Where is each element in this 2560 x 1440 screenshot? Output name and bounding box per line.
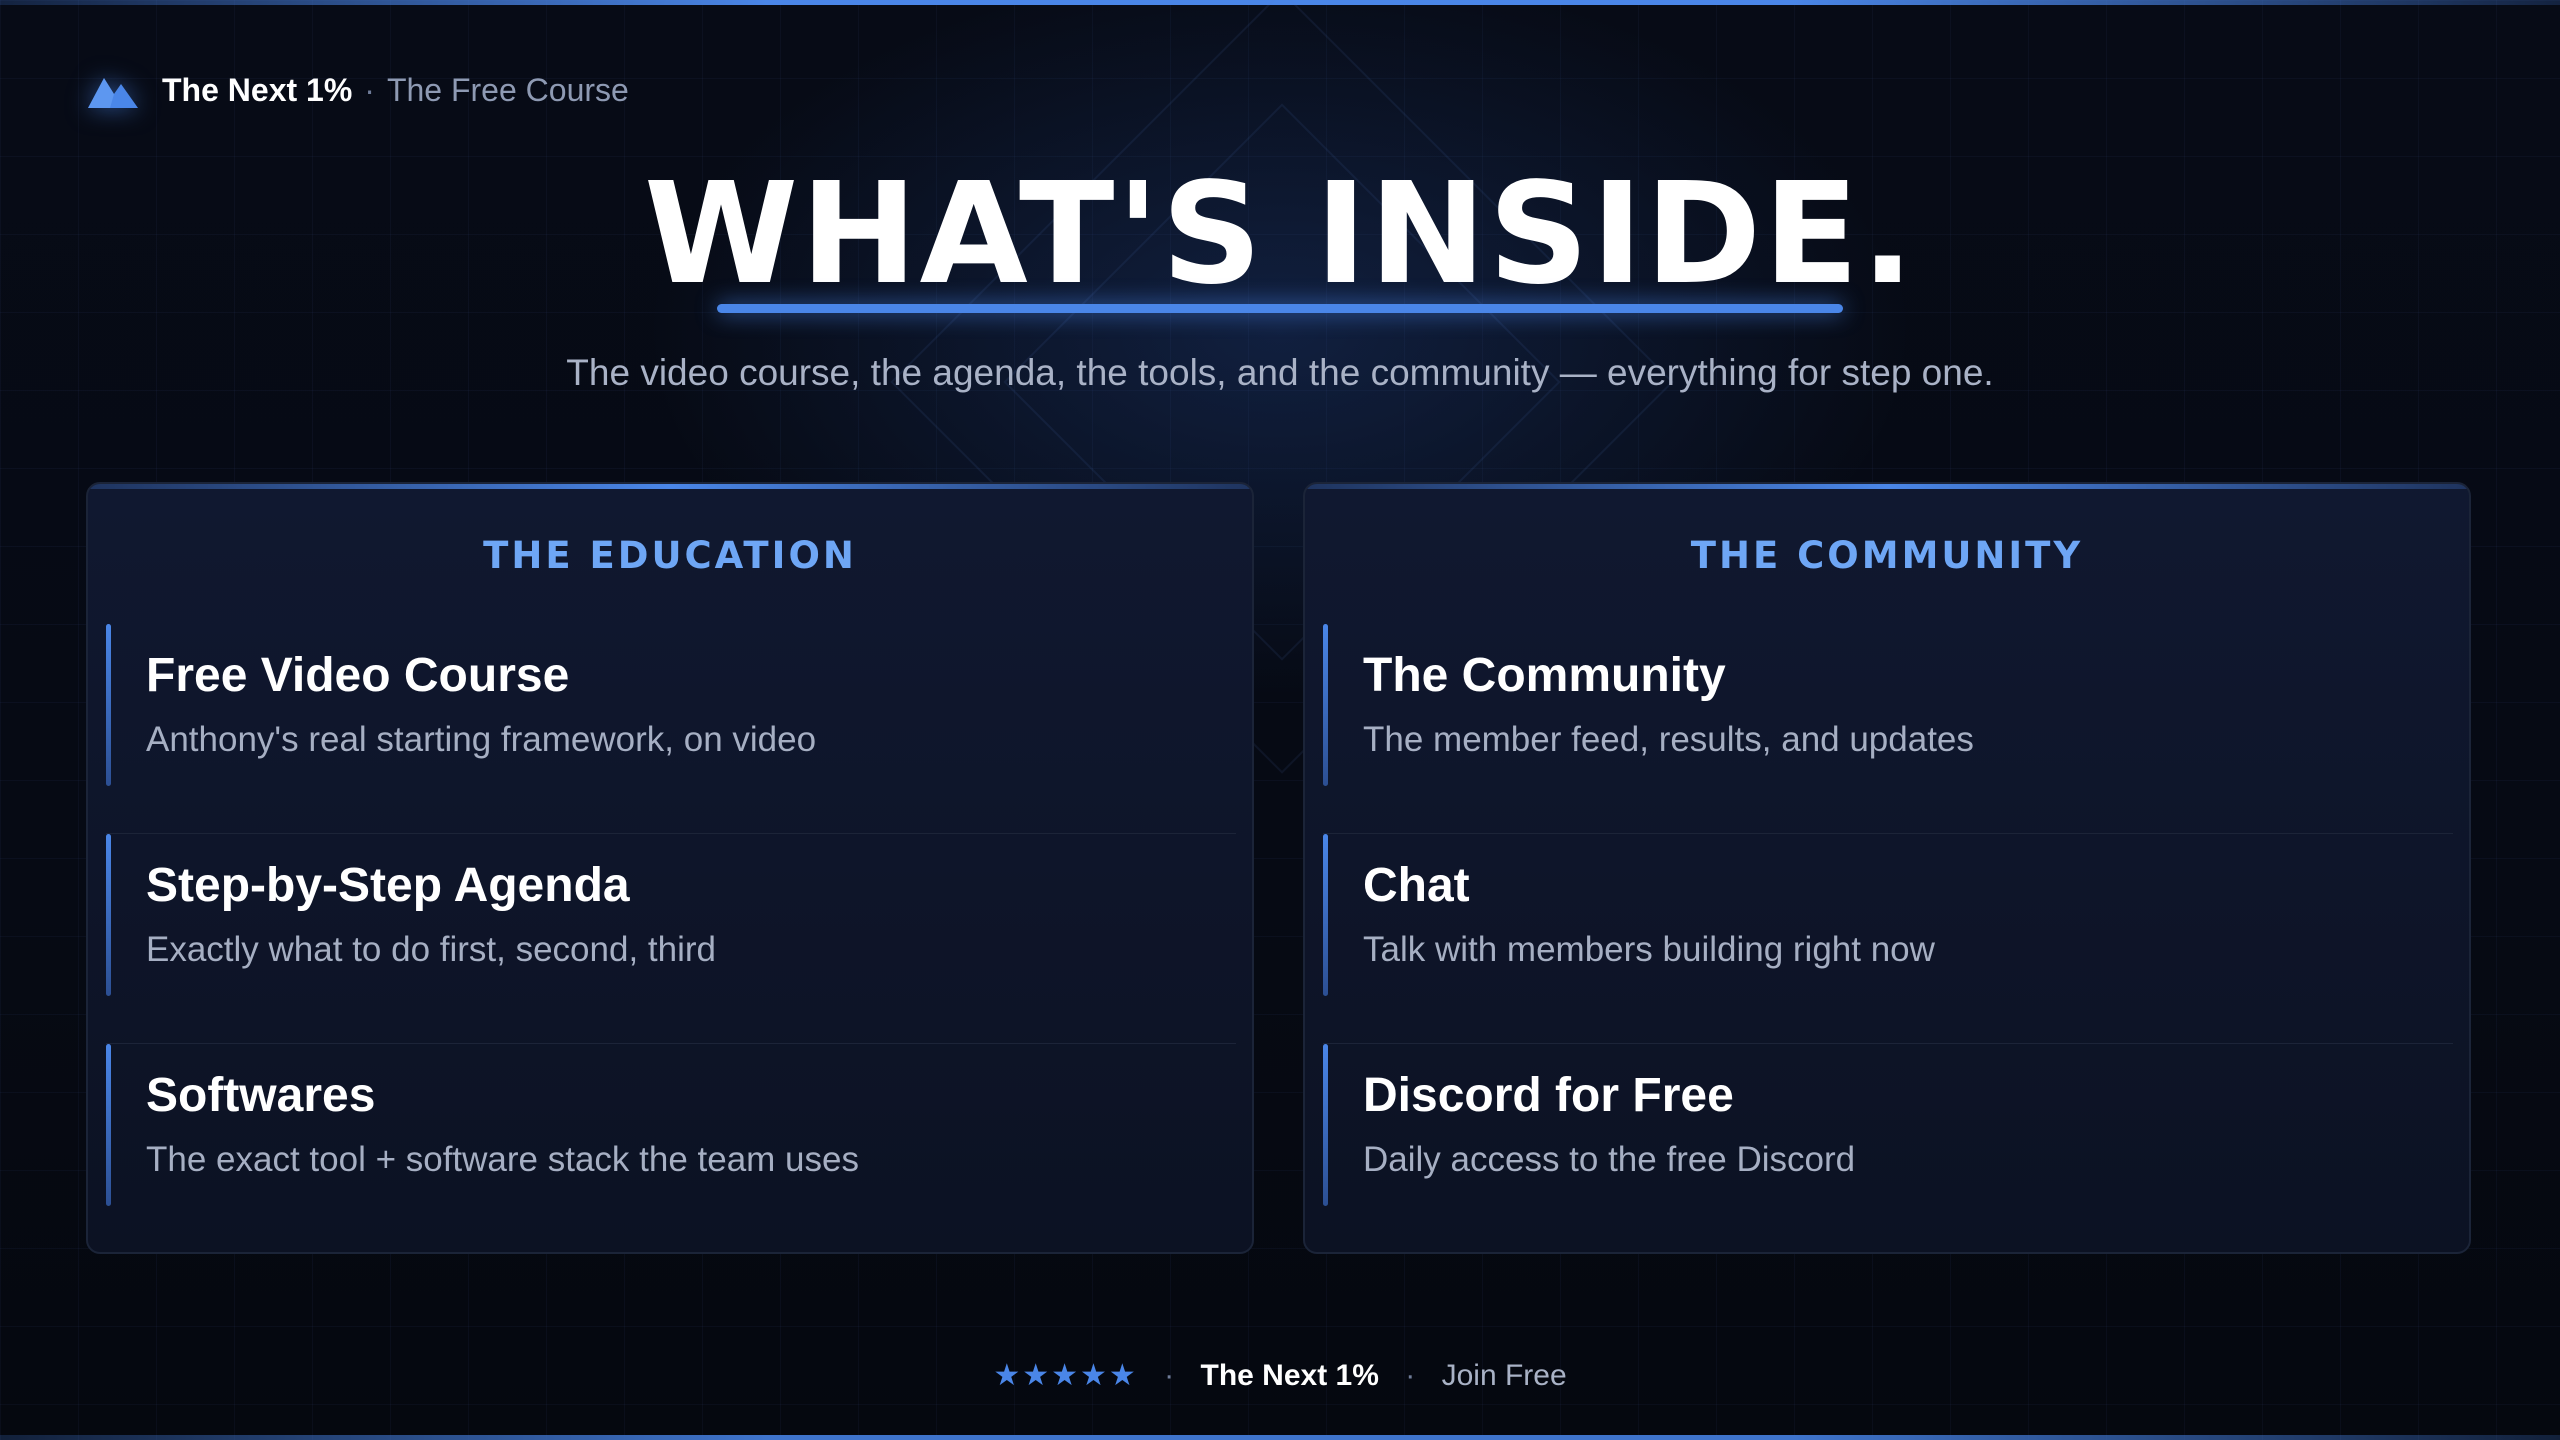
accent-bar <box>1323 1044 1328 1206</box>
mountain-icon <box>88 78 138 108</box>
feature-list: The Community The member feed, results, … <box>1323 624 2453 1252</box>
footer-separator: · <box>1164 1359 1175 1392</box>
feature-item: Free Video Course Anthony's real startin… <box>106 624 1236 834</box>
feature-description: The exact tool + software stack the team… <box>146 1140 859 1179</box>
feature-title: Step-by-Step Agenda <box>146 859 630 912</box>
accent-bar <box>106 834 111 996</box>
feature-title: Softwares <box>146 1069 376 1122</box>
feature-title: Free Video Course <box>146 649 570 702</box>
accent-bar <box>106 1044 111 1206</box>
brand-separator: · <box>364 71 375 108</box>
feature-title: Chat <box>1363 859 1470 912</box>
feature-description: The member feed, results, and updates <box>1363 720 1974 759</box>
title-underline <box>717 304 1843 313</box>
panel-heading: THE COMMUNITY <box>1690 534 2084 577</box>
feature-item: The Community The member feed, results, … <box>1323 624 2453 834</box>
footer-brand: The Next 1% <box>1200 1359 1379 1392</box>
brand-name: The Next 1% <box>162 71 353 108</box>
feature-item: Step-by-Step Agenda Exactly what to do f… <box>106 834 1236 1044</box>
feature-description: Talk with members building right now <box>1363 930 1935 969</box>
accent-bar <box>1323 834 1328 996</box>
bottom-accent-line <box>0 1435 2560 1440</box>
hero-title-wrap: WHAT'S INSIDE. <box>0 150 2560 320</box>
join-free-link[interactable]: Join Free <box>1442 1359 1567 1392</box>
footer: ★★★★★ · The Next 1% · Join Free <box>0 1356 2560 1396</box>
education-panel: THE EDUCATION Free Video Course Anthony'… <box>86 482 1254 1254</box>
feature-description: Daily access to the free Discord <box>1363 1140 1856 1179</box>
top-accent-line <box>0 0 2560 5</box>
brand-header[interactable]: The Next 1% · The Free Course <box>88 66 629 114</box>
feature-title: The Community <box>1363 649 1726 702</box>
star-rating-icon: ★★★★★ <box>993 1358 1138 1393</box>
accent-bar <box>106 624 111 786</box>
accent-bar <box>1323 624 1328 786</box>
feature-item: Chat Talk with members building right no… <box>1323 834 2453 1044</box>
feature-item: Discord for Free Daily access to the fre… <box>1323 1044 2453 1252</box>
feature-description: Anthony's real starting framework, on vi… <box>146 720 817 759</box>
brand-subtitle: The Free Course <box>386 71 629 108</box>
footer-separator: · <box>1405 1359 1416 1392</box>
feature-item: Softwares The exact tool + software stac… <box>106 1044 1236 1252</box>
feature-list: Free Video Course Anthony's real startin… <box>106 624 1236 1252</box>
community-panel: THE COMMUNITY The Community The member f… <box>1303 482 2471 1254</box>
page-title: WHAT'S INSIDE. <box>643 153 1917 316</box>
feature-description: Exactly what to do first, second, third <box>146 930 716 969</box>
feature-title: Discord for Free <box>1363 1069 1734 1122</box>
page-subtitle: The video course, the agenda, the tools,… <box>566 352 1994 393</box>
panel-heading: THE EDUCATION <box>483 534 857 577</box>
